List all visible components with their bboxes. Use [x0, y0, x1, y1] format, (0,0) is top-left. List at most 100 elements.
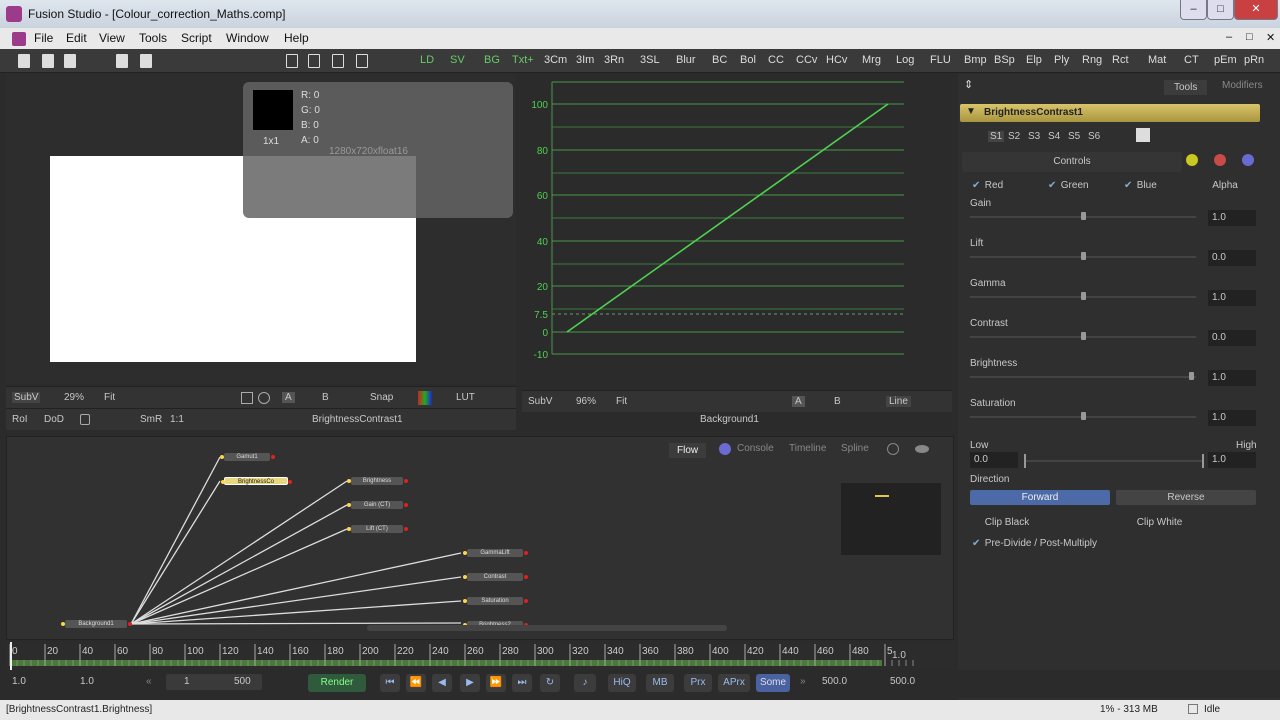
- lut-button[interactable]: LUT: [456, 392, 475, 403]
- range-bar[interactable]: 1 500: [166, 674, 262, 690]
- save-icon[interactable]: [64, 54, 76, 68]
- layout-1-icon[interactable]: [286, 54, 298, 68]
- loop-icon[interactable]: ↻: [540, 674, 560, 692]
- channel-red-checkbox[interactable]: ✔ Red: [972, 180, 1003, 191]
- clip-white-checkbox[interactable]: Clip White: [1124, 517, 1183, 528]
- new-icon[interactable]: [18, 54, 30, 68]
- goto-end-icon[interactable]: ⏭: [512, 674, 532, 692]
- tool-pem-button[interactable]: pEm: [1214, 54, 1237, 66]
- render-start[interactable]: 1.0: [80, 676, 94, 687]
- set-s4-button[interactable]: S4: [1048, 131, 1060, 142]
- step-forward-icon[interactable]: ⏩: [486, 674, 506, 692]
- low-input[interactable]: 0.0: [970, 452, 1018, 468]
- layout-4-icon[interactable]: [356, 54, 368, 68]
- menu-script[interactable]: Script: [181, 31, 212, 45]
- eye-icon[interactable]: [915, 445, 929, 453]
- tool-mrg-button[interactable]: Mrg: [862, 54, 881, 66]
- tool-bc-button[interactable]: BC: [712, 54, 727, 66]
- tool-txt-button[interactable]: Txt+: [512, 54, 534, 66]
- high-input[interactable]: 1.0: [1208, 452, 1256, 468]
- global-start[interactable]: 1.0: [12, 676, 26, 687]
- menu-file[interactable]: File: [34, 31, 53, 45]
- gain-input[interactable]: 1.0: [1208, 210, 1256, 226]
- tool-elp-button[interactable]: Elp: [1026, 54, 1042, 66]
- brightness-slider[interactable]: [970, 376, 1196, 378]
- info-icon[interactable]: [719, 443, 731, 455]
- roi-button[interactable]: RoI: [12, 414, 28, 425]
- clip-black-checkbox[interactable]: Clip Black: [972, 517, 1029, 528]
- node-background[interactable]: Background1: [61, 620, 132, 628]
- set-s2-button[interactable]: S2: [1008, 131, 1020, 142]
- goto-start-icon[interactable]: ⏮: [380, 674, 400, 692]
- b-buffer-button-2[interactable]: B: [834, 396, 841, 407]
- lock-icon[interactable]: [80, 414, 90, 425]
- minimize-button[interactable]: –: [1180, 0, 1207, 20]
- lift-input[interactable]: 0.0: [1208, 250, 1256, 266]
- tab-controls[interactable]: Controls: [962, 152, 1182, 172]
- menu-window[interactable]: Window: [226, 31, 269, 45]
- step-back-icon[interactable]: ⏪: [406, 674, 426, 692]
- layout-3-icon[interactable]: [332, 54, 344, 68]
- prx-button[interactable]: Prx: [684, 674, 712, 692]
- channel-blue-checkbox[interactable]: ✔ Blue: [1124, 180, 1157, 191]
- save-settings-icon[interactable]: [1136, 128, 1150, 142]
- sub-close-button[interactable]: ✕: [1266, 31, 1275, 44]
- saturation-slider-knob[interactable]: [1081, 412, 1086, 420]
- help-icon[interactable]: [1242, 154, 1254, 166]
- tool-blur-button[interactable]: Blur: [676, 54, 696, 66]
- node-gammalift[interactable]: GammaLift: [463, 549, 528, 557]
- zoom-level[interactable]: 29%: [64, 392, 84, 403]
- layout-2-icon[interactable]: [308, 54, 320, 68]
- tab-flow[interactable]: Flow: [669, 443, 707, 458]
- tool-mat-button[interactable]: Mat: [1148, 54, 1166, 66]
- brightness-input[interactable]: 1.0: [1208, 370, 1256, 386]
- zoom-level-2[interactable]: 96%: [576, 396, 596, 407]
- subview-button-2[interactable]: SubV: [528, 396, 552, 407]
- aprx-button[interactable]: APrx: [718, 674, 750, 692]
- sub-maximize-button[interactable]: □: [1246, 31, 1253, 43]
- global-end[interactable]: 500.0: [890, 676, 915, 687]
- viewer-left[interactable]: R: 0 G: 0 B: 0 A: 0 1x1 1280x720xfloat16: [6, 74, 516, 384]
- ratio-button[interactable]: 1:1: [170, 414, 184, 425]
- tool-3im-button[interactable]: 3Im: [576, 54, 594, 66]
- audio-icon[interactable]: ♪: [574, 674, 596, 692]
- render-end[interactable]: 500.0: [822, 676, 847, 687]
- contrast-slider-knob[interactable]: [1081, 332, 1086, 340]
- tool-bsp-button[interactable]: BSp: [994, 54, 1015, 66]
- flow-scrollbar[interactable]: [367, 625, 727, 631]
- range-high-handle[interactable]: [1202, 454, 1205, 468]
- node-brightnesscontrast[interactable]: BrightnessCo: [221, 477, 292, 485]
- tool-rct-button[interactable]: Rct: [1112, 54, 1129, 66]
- predivide-checkbox[interactable]: ✔ Pre-Divide / Post-Multiply: [972, 538, 1097, 549]
- flow-navigator[interactable]: [841, 483, 941, 555]
- tool-ld-button[interactable]: LD: [420, 54, 434, 66]
- forward-button[interactable]: Forward: [970, 490, 1110, 505]
- tool-3rn-button[interactable]: 3Rn: [604, 54, 624, 66]
- node-lift-ct[interactable]: Lift (CT): [347, 525, 408, 533]
- tool-rng-button[interactable]: Rng: [1082, 54, 1102, 66]
- copy-icon[interactable]: [116, 54, 128, 68]
- tool-bg-button[interactable]: BG: [484, 54, 500, 66]
- range-right-arrow-icon[interactable]: »: [800, 676, 806, 687]
- set-s5-button[interactable]: S5: [1068, 131, 1080, 142]
- tool-ct-button[interactable]: CT: [1184, 54, 1199, 66]
- flow-help-icon[interactable]: [887, 443, 899, 455]
- subview-button[interactable]: SubV: [12, 392, 41, 403]
- menu-edit[interactable]: Edit: [66, 31, 87, 45]
- tab-tools[interactable]: Tools: [1164, 80, 1208, 95]
- fit-button[interactable]: Fit: [104, 392, 115, 403]
- close-button[interactable]: ✕: [1234, 0, 1278, 20]
- color-channels-icon[interactable]: [418, 391, 432, 405]
- gain-slider-knob[interactable]: [1081, 212, 1086, 220]
- contrast-input[interactable]: 0.0: [1208, 330, 1256, 346]
- circle-icon[interactable]: [258, 392, 270, 404]
- time-ruler[interactable]: 0 20 40 60 80 100 120 140 160 180 200 220 240 260 280 3…: [6, 642, 954, 670]
- gamma-slider-knob[interactable]: [1081, 292, 1086, 300]
- fit-button-2[interactable]: Fit: [616, 396, 627, 407]
- node-gain-ct[interactable]: Gain (CT): [347, 501, 408, 509]
- tool-prn-button[interactable]: pRn: [1244, 54, 1264, 66]
- tab-spline[interactable]: Spline: [841, 443, 869, 454]
- some-button[interactable]: Some: [756, 674, 790, 692]
- open-icon[interactable]: [42, 54, 54, 68]
- brightness-slider-knob[interactable]: [1189, 372, 1195, 380]
